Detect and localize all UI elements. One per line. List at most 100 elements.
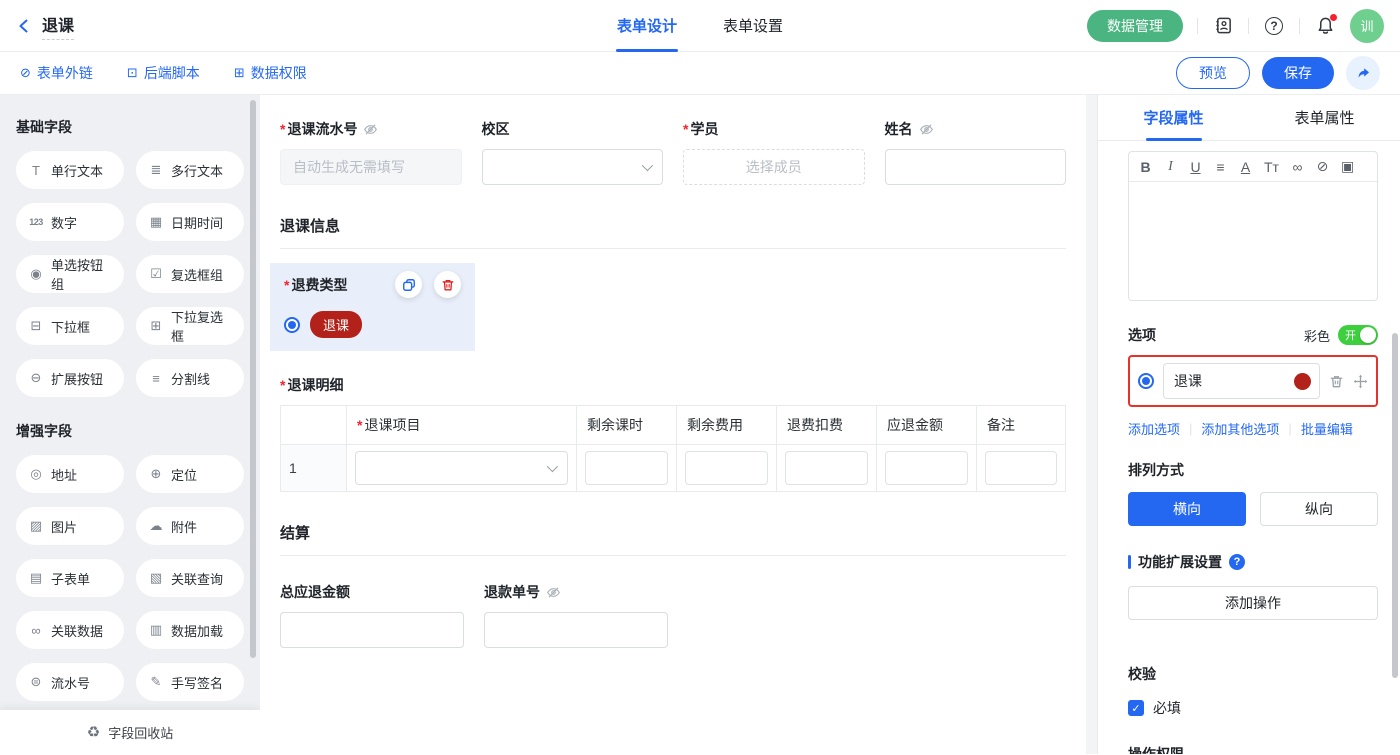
pen-icon: ✎ (148, 674, 164, 690)
form-external-link[interactable]: ⊘表单外链 (20, 63, 93, 83)
italic-icon[interactable]: I (1164, 159, 1177, 175)
tab-form-design[interactable]: 表单设计 (617, 0, 677, 52)
tab-field-properties[interactable]: 字段属性 (1098, 95, 1249, 140)
refund-order-no-input[interactable] (484, 612, 668, 648)
field-campus[interactable]: 校区 (482, 119, 664, 185)
share-button[interactable] (1346, 56, 1380, 90)
back-button[interactable]: 退课 (16, 12, 74, 40)
field-extend-button[interactable]: ⊖扩展按钮 (16, 359, 124, 397)
insert-link-icon[interactable]: ∞ (1291, 159, 1304, 175)
color-label: 彩色 (1304, 326, 1330, 345)
notification-bell-icon[interactable] (1314, 15, 1336, 37)
image-icon: ▨ (28, 518, 44, 534)
batch-edit-link[interactable]: 批量编辑 (1301, 419, 1353, 438)
save-button[interactable]: 保存 (1262, 57, 1334, 89)
campus-select[interactable] (482, 149, 664, 185)
field-serial-number[interactable]: ⊜流水号 (16, 663, 124, 701)
target-icon: ⊕ (148, 466, 164, 482)
form-canvas: 退课流水号 自动生成无需填写 校区 学员 选择成员 姓名 (260, 95, 1086, 754)
field-linked-query[interactable]: ▧关联查询 (136, 559, 244, 597)
field-recycle-bin[interactable]: ♻ 字段回收站 (0, 710, 260, 754)
arrange-horizontal-button[interactable]: 横向 (1128, 492, 1246, 526)
delete-option-icon[interactable] (1329, 374, 1344, 389)
data-manage-button[interactable]: 数据管理 (1087, 10, 1183, 42)
field-data-load[interactable]: ▥数据加载 (136, 611, 244, 649)
option-radio[interactable] (1138, 373, 1154, 389)
remaining-fee-input[interactable] (685, 451, 768, 485)
field-radio-group[interactable]: ◉单选按钮组 (16, 255, 124, 293)
add-action-button[interactable]: 添加操作 (1128, 586, 1378, 620)
help-question-icon[interactable]: ? (1229, 554, 1245, 570)
refund-deduction-input[interactable] (785, 451, 868, 485)
field-multi-line-text[interactable]: ≣多行文本 (136, 151, 244, 189)
option-links: 添加选项 | 添加其他选项 | 批量编辑 (1128, 419, 1378, 438)
underline-icon[interactable]: U (1189, 159, 1202, 175)
sidebar-scrollbar[interactable] (250, 100, 256, 658)
text-icon: T (28, 163, 44, 178)
backend-script-link[interactable]: ⊡后端脚本 (127, 63, 200, 83)
address-book-icon[interactable] (1212, 15, 1234, 37)
field-total-refund[interactable]: 总应退金额 (280, 582, 464, 648)
field-refund-order-no[interactable]: 退款单号 (484, 582, 668, 648)
delete-field-button[interactable] (434, 271, 461, 298)
field-single-line-text[interactable]: T单行文本 (16, 151, 124, 189)
field-attachment[interactable]: ☁附件 (136, 507, 244, 545)
field-datetime[interactable]: ▦日期时间 (136, 203, 244, 241)
arrange-vertical-button[interactable]: 纵向 (1260, 492, 1378, 526)
copy-field-button[interactable] (395, 271, 422, 298)
field-signature[interactable]: ✎手写签名 (136, 663, 244, 701)
field-linked-data[interactable]: ∞关联数据 (16, 611, 124, 649)
chevron-down-icon (642, 160, 653, 171)
add-option-link[interactable]: 添加选项 (1128, 419, 1180, 438)
label-text-area[interactable] (1129, 182, 1377, 300)
button-icon: ⊖ (28, 370, 44, 386)
field-location[interactable]: ⊕定位 (136, 455, 244, 493)
options-label: 选项 (1128, 325, 1156, 345)
field-multi-dropdown[interactable]: ⊞下拉复选框 (136, 307, 244, 345)
refund-amount-input[interactable] (885, 451, 968, 485)
data-permission-link[interactable]: ⊞数据权限 (234, 63, 307, 83)
insert-image-icon[interactable]: ▣ (1341, 158, 1354, 175)
remark-input[interactable] (985, 451, 1057, 485)
table-header-row: 退课项目 剩余课时 剩余费用 退费扣费 应退金额 备注 (281, 406, 1066, 445)
field-number[interactable]: 123数字 (16, 203, 124, 241)
refund-serial-input[interactable]: 自动生成无需填写 (280, 149, 462, 185)
form-title[interactable]: 退课 (42, 12, 74, 40)
selected-field-refund-type[interactable]: 退费类型 退课 (270, 263, 475, 351)
color-toggle[interactable]: 开 (1338, 325, 1378, 345)
preview-button[interactable]: 预览 (1176, 57, 1250, 89)
name-input[interactable] (885, 149, 1067, 185)
remove-link-icon[interactable]: ⊘ (1316, 158, 1329, 175)
course-item-select[interactable] (355, 451, 568, 485)
panel-scrollbar[interactable] (1392, 333, 1398, 678)
cloud-upload-icon: ☁ (148, 518, 164, 534)
field-name[interactable]: 姓名 (885, 119, 1067, 185)
required-checkbox[interactable]: ✓ (1128, 700, 1144, 716)
font-color-icon[interactable]: A (1239, 159, 1252, 175)
drag-move-icon[interactable] (1353, 374, 1368, 389)
bold-icon[interactable]: B (1139, 159, 1152, 175)
option-color-swatch[interactable] (1294, 373, 1311, 390)
field-address[interactable]: ◎地址 (16, 455, 124, 493)
total-refund-input[interactable] (280, 612, 464, 648)
properties-panel: 字段属性 表单属性 B I U ≡ A Tт ∞ ⊘ ▣ (1097, 95, 1400, 754)
field-image[interactable]: ▨图片 (16, 507, 124, 545)
radio-selected-icon[interactable] (284, 317, 300, 333)
refund-type-option-tag[interactable]: 退课 (310, 311, 362, 338)
field-dropdown[interactable]: ⊟下拉框 (16, 307, 124, 345)
avatar[interactable]: 训 (1350, 9, 1384, 43)
add-other-option-link[interactable]: 添加其他选项 (1201, 419, 1279, 438)
student-member-picker[interactable]: 选择成员 (683, 149, 865, 185)
remaining-hours-input[interactable] (585, 451, 668, 485)
field-student[interactable]: 学员 选择成员 (683, 119, 865, 185)
field-checkbox-group[interactable]: ☑复选框组 (136, 255, 244, 293)
tab-form-settings[interactable]: 表单设置 (723, 0, 783, 52)
option-value-input[interactable]: 退课 (1163, 363, 1320, 399)
font-size-icon[interactable]: Tт (1264, 159, 1279, 175)
field-refund-serial[interactable]: 退课流水号 自动生成无需填写 (280, 119, 462, 185)
help-icon[interactable]: ? (1263, 15, 1285, 37)
field-subform[interactable]: ▤子表单 (16, 559, 124, 597)
field-divider[interactable]: ≡分割线 (136, 359, 244, 397)
align-icon[interactable]: ≡ (1214, 159, 1227, 175)
tab-form-properties[interactable]: 表单属性 (1249, 95, 1400, 140)
